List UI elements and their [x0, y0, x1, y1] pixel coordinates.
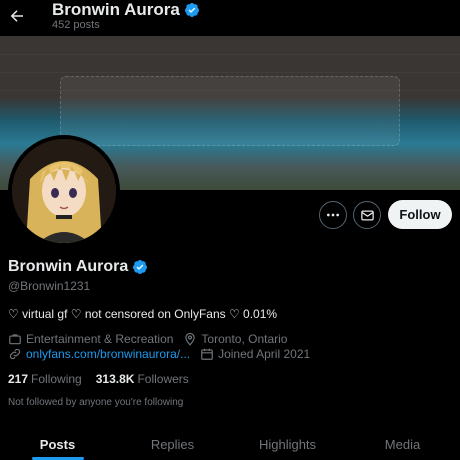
- back-button[interactable]: [4, 3, 30, 29]
- avatar[interactable]: [12, 139, 116, 243]
- profile-meta-row-2: onlyfans.com/bronwinaurora/... Joined Ap…: [8, 347, 320, 361]
- followers-label: Followers: [137, 372, 189, 386]
- top-bar: Bronwin Aurora 452 posts: [0, 0, 460, 36]
- back-arrow-icon: [10, 10, 23, 22]
- profile-meta-row-1: Entertainment & Recreation Toronto, Onta…: [8, 332, 297, 346]
- location-text: Toronto, Ontario: [201, 332, 288, 346]
- category-text: Entertainment & Recreation: [26, 332, 174, 346]
- category-item: Entertainment & Recreation: [8, 332, 173, 346]
- location-item: Toronto, Ontario: [183, 332, 287, 346]
- follow-stats: 217 Following 313.8K Followers: [8, 372, 203, 386]
- tab-media[interactable]: Media: [345, 428, 460, 460]
- website-item[interactable]: onlyfans.com/bronwinaurora/...: [8, 347, 190, 361]
- briefcase-icon: [8, 332, 22, 346]
- more-options-button[interactable]: [319, 201, 347, 229]
- tab-label: Replies: [150, 437, 195, 452]
- tab-posts[interactable]: Posts: [0, 428, 115, 460]
- tab-label: Highlights: [258, 437, 317, 452]
- tab-label: Posts: [39, 437, 76, 452]
- header-name: Bronwin Aurora: [52, 0, 180, 19]
- location-pin-icon: [183, 332, 197, 346]
- more-icon: [327, 213, 339, 217]
- followed-by-note: Not followed by anyone you're following: [8, 397, 184, 408]
- avatar-ring[interactable]: [8, 135, 120, 247]
- link-icon: [8, 347, 22, 361]
- profile-name: Bronwin Aurora: [8, 258, 129, 275]
- header-title: Bronwin Aurora: [52, 0, 200, 20]
- follow-button[interactable]: Follow: [388, 200, 452, 229]
- profile-tabs: Posts Replies Highlights Media: [0, 428, 460, 460]
- profile-bio: ♡ virtual gf ♡ not censored on OnlyFans …: [8, 307, 278, 321]
- banner-texture: [0, 72, 460, 73]
- tab-replies[interactable]: Replies: [115, 428, 230, 460]
- post-count: 452 posts: [52, 19, 100, 31]
- following-label: Following: [31, 372, 82, 386]
- avatar-illustration: [12, 139, 116, 243]
- message-icon: [360, 210, 374, 220]
- banner-texture: [0, 54, 460, 55]
- message-button[interactable]: [353, 201, 381, 229]
- verified-badge-icon: [184, 3, 199, 17]
- followers-count: 313.8K: [95, 372, 135, 386]
- profile-name-row: Bronwin Aurora: [8, 258, 148, 276]
- followers-stat[interactable]: 313.8K Followers: [96, 372, 189, 386]
- banner-image-placeholder: [60, 76, 400, 146]
- joined-text: Joined April 2021: [218, 347, 311, 361]
- tab-highlights[interactable]: Highlights: [230, 428, 345, 460]
- calendar-icon: [200, 347, 214, 361]
- profile-handle: @Bronwin1231: [8, 279, 91, 293]
- verified-badge-icon[interactable]: [132, 259, 148, 275]
- following-stat[interactable]: 217 Following: [8, 372, 82, 386]
- tab-label: Media: [384, 437, 421, 452]
- following-count: 217: [8, 372, 29, 386]
- joined-item: Joined April 2021: [200, 347, 310, 361]
- website-link[interactable]: onlyfans.com/bronwinaurora/...: [26, 347, 190, 361]
